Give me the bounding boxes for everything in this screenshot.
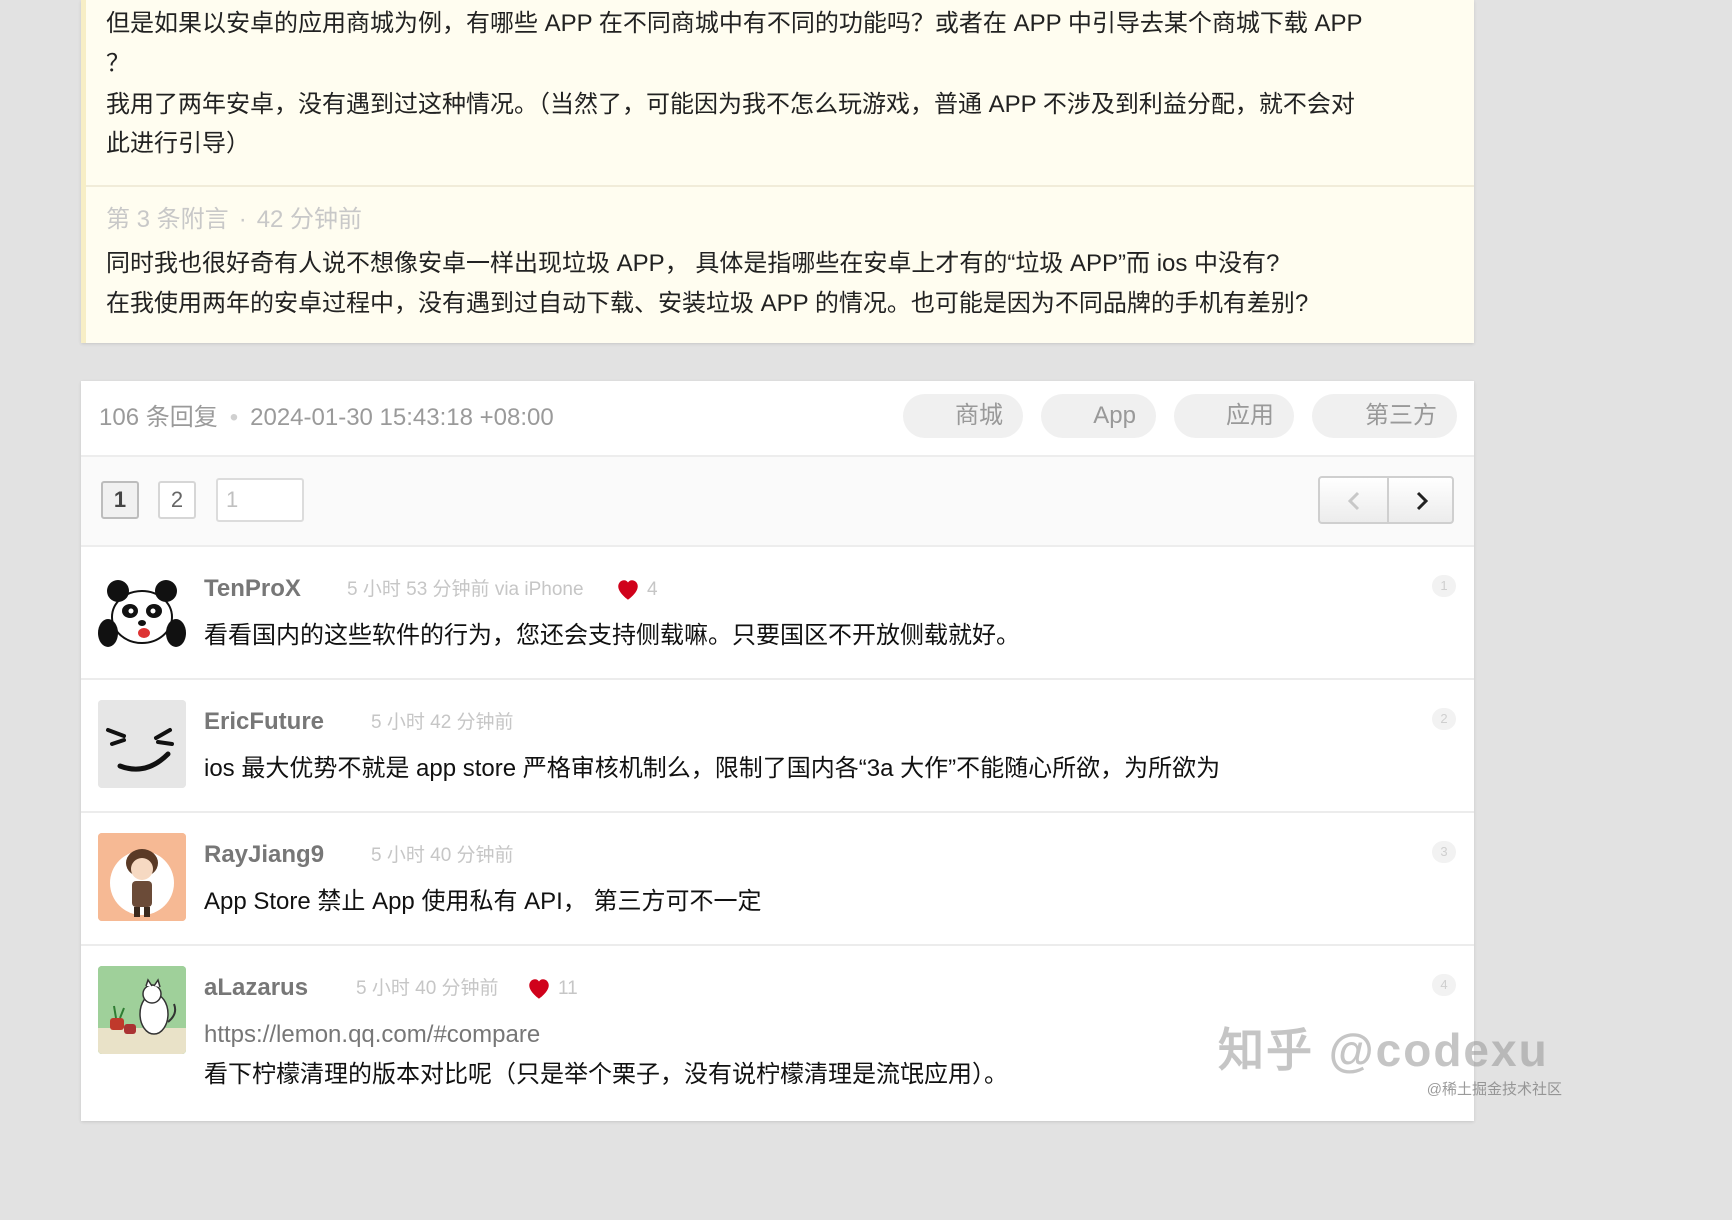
floor-number: 2 <box>1432 708 1456 730</box>
tag-app[interactable]: App <box>1041 394 1156 438</box>
page-jump-input[interactable] <box>216 478 304 522</box>
username[interactable]: aLazarus <box>204 972 308 1004</box>
username[interactable]: EricFuture <box>204 706 324 738</box>
floor-number: 3 <box>1432 841 1456 863</box>
heart-icon[interactable] <box>526 976 552 1002</box>
pagination: 1 2 <box>81 457 1474 547</box>
appendix-line: 我用了两年安卓，没有遇到过这种情况。（当然了，可能因为我不怎么玩游戏，普通 AP… <box>106 91 1355 118</box>
avatar[interactable] <box>98 833 186 921</box>
page-1-button[interactable]: 1 <box>101 481 139 519</box>
reply-time: 5 小时 40 分钟前 <box>371 845 514 866</box>
like-count: 4 <box>647 579 658 600</box>
reply-content: 看下柠檬清理的版本对比呢（只是举个栗子，没有说柠檬清理是流氓应用）。 <box>204 1061 1008 1088</box>
reply-link[interactable]: https://lemon.qq.com/#compare <box>204 1018 540 1052</box>
replies-box: 106 条回复 • 2024-01-30 15:43:18 +08:00 商城 Ap… <box>81 381 1474 1121</box>
topic-datetime: 2024-01-30 15:43:18 +08:00 <box>250 404 554 431</box>
appendix-line: ？ <box>106 50 130 77</box>
reply-item: EricFuture 5 小时 42 分钟前 2 ios 最大优势不就是 app… <box>81 680 1474 813</box>
avatar[interactable] <box>98 966 186 1054</box>
username[interactable]: RayJiang9 <box>204 839 324 871</box>
tag-disanfang[interactable]: 第三方 <box>1312 394 1457 438</box>
avatar[interactable] <box>98 700 186 788</box>
cat-garden-avatar-icon <box>98 966 186 1054</box>
username[interactable]: TenProX <box>204 573 301 605</box>
chevron-left-icon <box>1347 491 1359 511</box>
next-page-button[interactable] <box>1388 478 1452 522</box>
reply-content: ios 最大优势不就是 app store 严格审核机制么，限制了国内各“3a … <box>204 755 1221 782</box>
reply-content: 看看国内的这些软件的行为，您还会支持侧载嘛。只要国区不开放侧载就好。 <box>204 622 1020 649</box>
tag-yingyong[interactable]: 应用 <box>1174 394 1294 438</box>
floor-number: 4 <box>1432 974 1456 996</box>
reply-item: RayJiang9 5 小时 40 分钟前 3 App Store 禁止 App… <box>81 813 1474 946</box>
appendix-line: 但是如果以安卓的应用商城为例，有哪些 APP 在不同商城中有不同的功能吗？或者在… <box>106 10 1363 37</box>
like-count: 11 <box>558 978 578 999</box>
heart-icon[interactable] <box>615 577 641 603</box>
reply-header: 106 条回复 • 2024-01-30 15:43:18 +08:00 商城 Ap… <box>81 381 1474 457</box>
reply-time: 5 小时 53 分钟前 via iPhone <box>347 579 584 600</box>
page-2-button[interactable]: 2 <box>158 481 196 519</box>
reply-count: 106 条回复 <box>99 404 218 431</box>
reply-meta: 106 条回复 • 2024-01-30 15:43:18 +08:00 <box>99 399 554 437</box>
panda-avatar-icon <box>98 567 186 655</box>
appendix-label: 第 3 条附言 <box>106 206 229 233</box>
floor-number: 1 <box>1432 575 1456 597</box>
reply-time: 5 小时 40 分钟前 <box>356 978 499 999</box>
reply-item: TenProX 5 小时 53 分钟前 via iPhone 4 1 看看国内的… <box>81 547 1474 680</box>
meta-dot: · <box>238 206 247 233</box>
appendix-line: 此进行引导） <box>106 130 250 157</box>
reply-content: App Store 禁止 App 使用私有 API， 第三方可不一定 <box>204 888 762 915</box>
page-nav-group <box>1318 476 1454 524</box>
meta-separator: • <box>229 404 239 431</box>
appendix-box: 但是如果以安卓的应用商城为例，有哪些 APP 在不同商城中有不同的功能吗？或者在… <box>81 0 1474 343</box>
prev-page-button[interactable] <box>1320 478 1389 522</box>
juejin-watermark: @稀土掘金技术社区 <box>1426 1081 1562 1098</box>
tag-shangcheng[interactable]: 商城 <box>903 394 1023 438</box>
anime-boy-avatar-icon <box>98 833 186 921</box>
appendix-time: 42 分钟前 <box>256 206 363 233</box>
appendix-meta: 第 3 条附言 · 42 分钟前 <box>106 200 362 240</box>
appendix-line: 同时我也很好奇有人说不想像安卓一样出现垃圾 APP， 具体是指哪些在安卓上才有的… <box>106 250 1280 277</box>
chevron-right-icon <box>1416 491 1428 511</box>
reply-time: 5 小时 42 分钟前 <box>371 712 514 733</box>
zhihu-watermark: 知乎 @codexu <box>1218 1024 1549 1076</box>
smirk-face-avatar-icon <box>98 700 186 788</box>
avatar[interactable] <box>98 567 186 655</box>
appendix-line: 在我使用两年的安卓过程中，没有遇到过自动下载、安装垃圾 APP 的情况。也可能是… <box>106 290 1309 317</box>
appendix-divider <box>86 185 1474 187</box>
